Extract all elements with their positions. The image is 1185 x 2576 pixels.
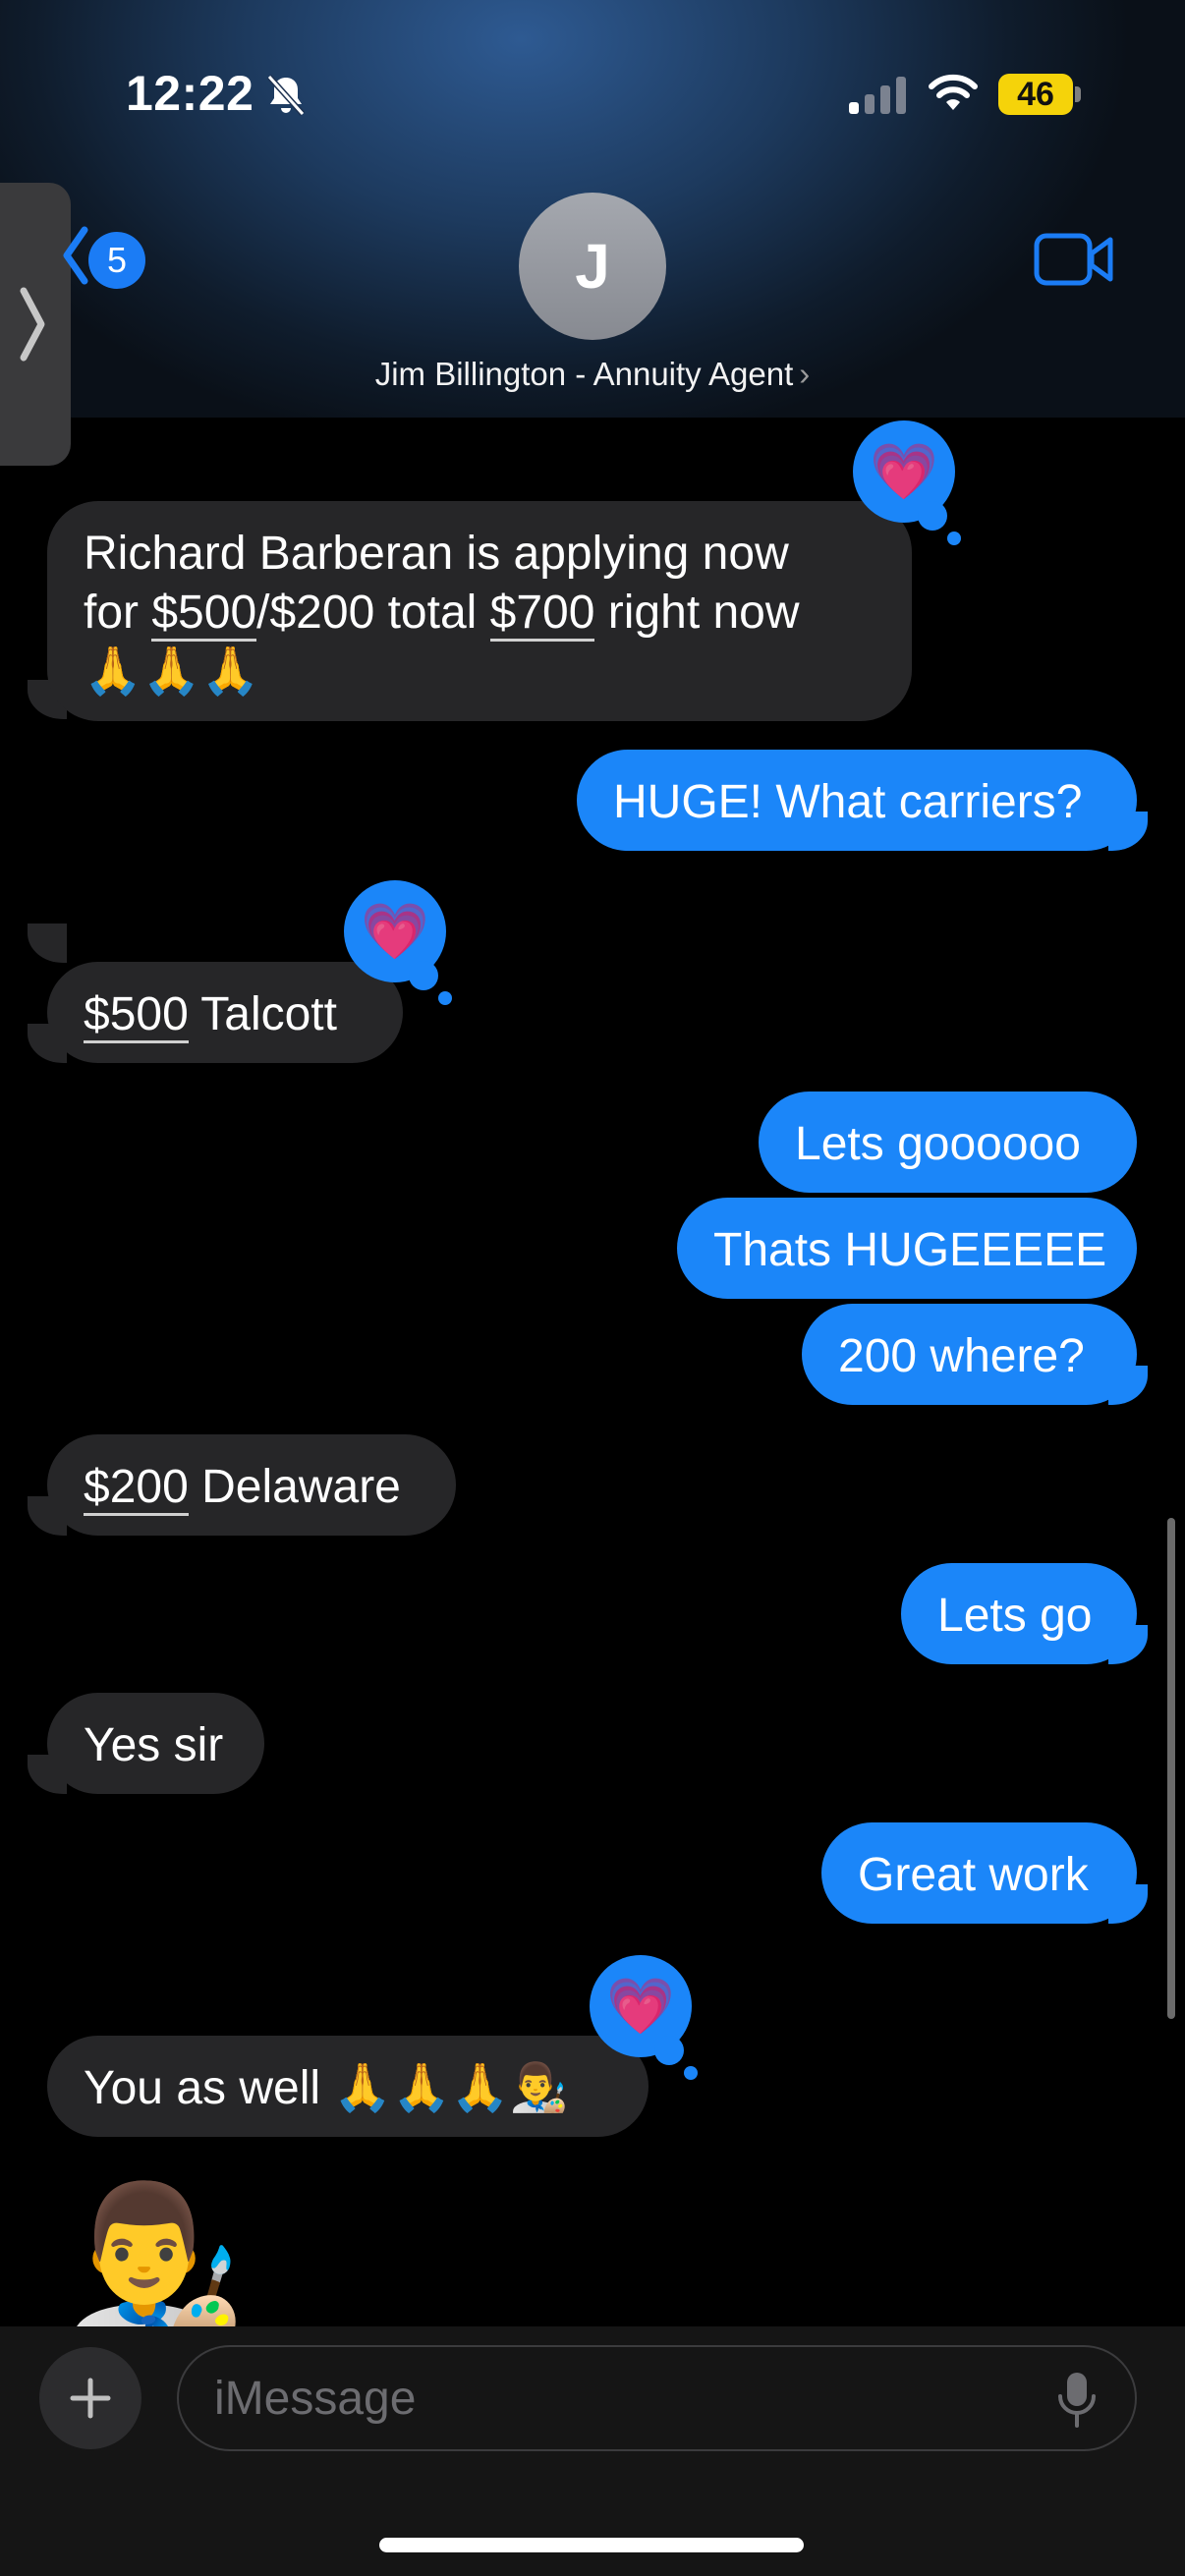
contact-avatar[interactable]: J bbox=[519, 193, 666, 340]
message-bubble-outgoing[interactable]: Great work bbox=[821, 1822, 1137, 1924]
bubble-tail bbox=[28, 1755, 67, 1794]
scrollbar[interactable] bbox=[1167, 1518, 1175, 2019]
money-link[interactable]: $200 bbox=[84, 1461, 189, 1516]
money-link[interactable]: $500 bbox=[151, 587, 257, 642]
reaction-tail bbox=[684, 2066, 698, 2080]
message-text: 🙏🙏🙏 bbox=[84, 645, 260, 698]
microphone-icon[interactable] bbox=[1055, 2371, 1099, 2430]
reaction-tail bbox=[654, 2036, 684, 2065]
message-text: Yes sir bbox=[84, 1719, 224, 1771]
message-text: $500 Talcott bbox=[84, 985, 366, 1044]
add-attachment-button[interactable] bbox=[39, 2347, 141, 2449]
bubble-tail bbox=[1108, 1366, 1148, 1405]
message-bubble-incoming[interactable]: You as well 🙏🙏🙏👨‍🎨 bbox=[47, 2036, 649, 2137]
message-text: HUGE! What carriers? bbox=[613, 776, 1083, 828]
contact-name-row[interactable]: Jim Billington - Annuity Agent › bbox=[0, 356, 1185, 393]
message-bubble-outgoing[interactable]: 200 where? bbox=[802, 1304, 1137, 1405]
home-indicator[interactable] bbox=[379, 2538, 804, 2552]
message-text: for $500/$200 total $700 right now bbox=[84, 584, 875, 643]
battery-icon: 46 bbox=[998, 74, 1081, 115]
money-link[interactable]: $700 bbox=[489, 587, 595, 642]
status-time: 12:22 bbox=[126, 66, 254, 121]
message-text: Lets goooooo bbox=[795, 1118, 1081, 1170]
reaction-tail bbox=[409, 961, 438, 990]
message-text: Thats HUGEEEEE bbox=[713, 1224, 1107, 1276]
battery-level: 46 bbox=[998, 74, 1073, 115]
video-camera-icon[interactable] bbox=[1034, 232, 1114, 287]
bell-slash-icon bbox=[266, 74, 306, 117]
message-input-container[interactable] bbox=[177, 2345, 1137, 2451]
cellular-signal-icon bbox=[849, 77, 906, 114]
artist-emoji[interactable]: 👨‍🎨 bbox=[63, 2187, 269, 2334]
message-bubble-outgoing[interactable]: Lets go bbox=[901, 1563, 1137, 1664]
message-text: 200 where? bbox=[838, 1330, 1085, 1382]
wifi-icon bbox=[929, 74, 978, 110]
heart-icon: 💗 bbox=[361, 900, 429, 962]
battery-cap bbox=[1075, 86, 1081, 102]
reaction-tail bbox=[947, 532, 961, 545]
plus-icon bbox=[70, 2378, 111, 2419]
back-unread-badge[interactable]: 5 bbox=[88, 232, 145, 289]
money-link[interactable]: $500 bbox=[84, 988, 189, 1043]
message-text: Lets go bbox=[937, 1590, 1093, 1642]
chevron-right-icon: › bbox=[799, 356, 811, 392]
reaction-tail bbox=[918, 501, 947, 531]
message-bubble-incoming[interactable]: Richard Barberan is applying now for $50… bbox=[47, 501, 912, 721]
bubble-tail bbox=[28, 1496, 67, 1536]
bubble-tail bbox=[1108, 1884, 1148, 1924]
reaction-tail bbox=[438, 991, 452, 1005]
message-text: Great work bbox=[858, 1849, 1089, 1901]
message-input[interactable] bbox=[214, 2369, 1000, 2428]
message-text: Richard Barberan is applying now bbox=[84, 528, 789, 580]
message-bubble-incoming[interactable]: $500 Talcott bbox=[47, 962, 403, 1063]
contact-name[interactable]: Jim Billington - Annuity Agent bbox=[375, 356, 794, 392]
message-bubble-incoming[interactable]: $200 Delaware bbox=[47, 1434, 456, 1536]
chevron-left-icon[interactable] bbox=[61, 224, 88, 287]
bubble-tail bbox=[28, 1024, 67, 1063]
message-text: $200 Delaware bbox=[84, 1458, 419, 1517]
message-bubble-incoming[interactable]: Yes sir bbox=[47, 1693, 264, 1794]
heart-icon: 💗 bbox=[870, 440, 938, 502]
heart-icon: 💗 bbox=[606, 1975, 675, 2037]
message-bubble-outgoing[interactable]: Thats HUGEEEEE bbox=[677, 1198, 1137, 1299]
message-bubble-outgoing[interactable]: HUGE! What carriers? bbox=[577, 750, 1137, 851]
chevron-right-icon bbox=[20, 287, 45, 362]
bubble-tail bbox=[1108, 1625, 1148, 1664]
message-bubble-outgoing[interactable]: Lets goooooo bbox=[759, 1092, 1137, 1193]
message-text: You as well 🙏🙏🙏👨‍🎨 bbox=[84, 2062, 569, 2114]
bubble-tail bbox=[1108, 812, 1148, 851]
bubble-tail bbox=[28, 924, 67, 963]
